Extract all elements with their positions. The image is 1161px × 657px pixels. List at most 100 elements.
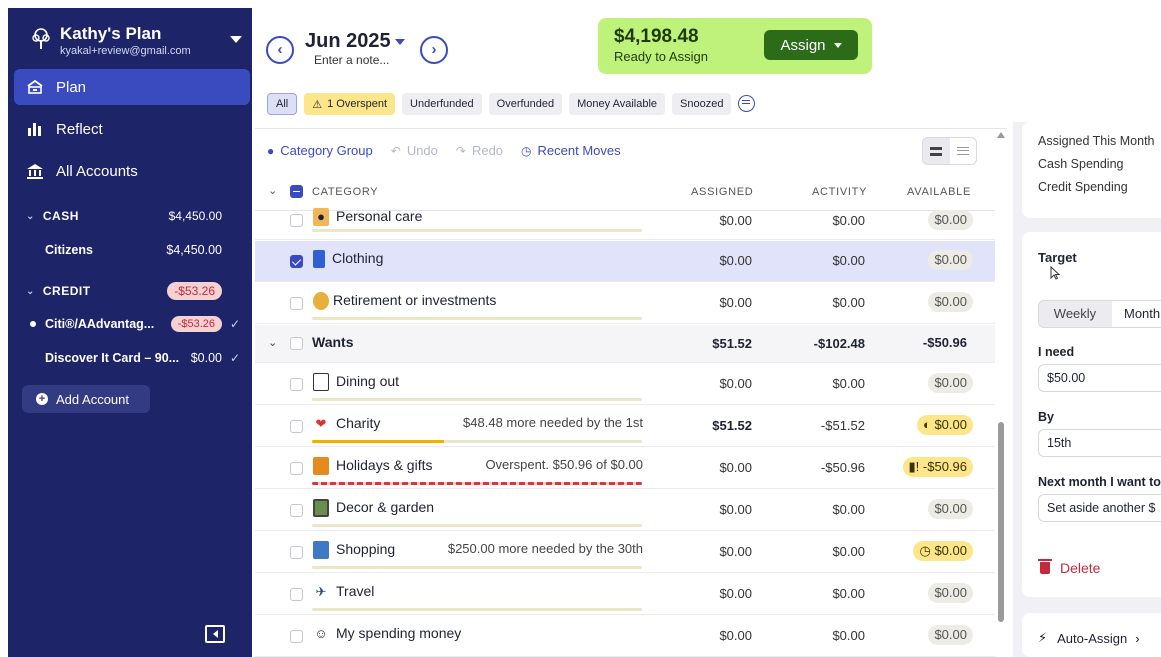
available-pill[interactable]: $0.00 [928, 250, 973, 270]
available-pill[interactable]: $0.00 [928, 583, 973, 603]
next-month-button[interactable]: › [420, 36, 448, 64]
filter-bar: All ⚠ 1 Overspent Underfunded Overfunded… [267, 93, 756, 115]
filter-overspent[interactable]: ⚠ 1 Overspent [304, 93, 396, 115]
category-row-decor[interactable]: Decor & garden $0.00 $0.00 $0.00 [255, 490, 995, 531]
trash-icon [1038, 559, 1052, 574]
row-checkbox[interactable] [290, 588, 303, 601]
people-icon: ☺ [314, 626, 328, 641]
available-pill[interactable]: $0.00 [928, 210, 973, 230]
available-pill[interactable]: $0.00 [928, 499, 973, 519]
category-row-charity[interactable]: ❤ Charity $48.48 more needed by the 1st … [255, 406, 995, 447]
row-checkbox[interactable] [290, 504, 303, 517]
account-citizens[interactable]: Citizens $4,450.00 [14, 239, 250, 261]
category-row-travel[interactable]: ✈ Travel $0.00 $0.00 $0.00 [255, 574, 995, 615]
assigned-value[interactable]: $0.00 [662, 295, 752, 310]
group-credit[interactable]: ⌄ CREDIT -$53.26 [14, 279, 250, 303]
category-row-spending-money[interactable]: ☺ My spending money $0.00 $0.00 $0.00 [255, 616, 995, 657]
account-amount: $0.00 [190, 351, 222, 365]
progress-bar [312, 608, 642, 611]
category-row-clothing[interactable]: Clothing $0.00 $0.00 $0.00 [255, 241, 995, 282]
account-discover[interactable]: Discover It Card – 90... $0.00 ✓ [14, 347, 250, 369]
row-checkbox[interactable] [290, 420, 303, 433]
chevron-down-icon[interactable]: ⌄ [268, 336, 277, 349]
filter-all[interactable]: All [267, 93, 298, 115]
compact-view-button[interactable] [923, 138, 950, 164]
category-row-holidays[interactable]: Holidays & gifts Overspent. $50.96 of $0… [255, 448, 995, 489]
group-cash[interactable]: ⌄ CASH $4,450.00 [14, 204, 250, 228]
assigned-value[interactable]: $0.00 [662, 376, 752, 391]
assigned-value[interactable]: $0.00 [662, 544, 752, 559]
available-pill[interactable]: $0.00 [928, 292, 973, 312]
filter-settings-icon[interactable] [738, 95, 756, 112]
redo-button[interactable]: ↷ Redo [456, 143, 503, 158]
row-checkbox[interactable] [290, 630, 303, 643]
assigned-value[interactable]: $0.00 [662, 213, 752, 228]
assigned-value[interactable]: $0.00 [662, 586, 752, 601]
undo-button[interactable]: ↶ Undo [391, 143, 438, 158]
category-row-dining-out[interactable]: Dining out $0.00 $0.00 $0.00 [255, 364, 995, 405]
available-pill[interactable]: ◷ $0.00 [913, 541, 973, 561]
available-pill[interactable]: $0.00 [928, 373, 973, 393]
account-citi[interactable]: Citi®/AAdvantag... -$53.26 ✓ [14, 313, 250, 335]
assigned-value[interactable]: $0.00 [662, 253, 752, 268]
ready-label: Ready to Assign [614, 49, 708, 64]
collapse-sidebar-icon[interactable] [205, 625, 225, 643]
by-date-select[interactable]: 15th [1038, 429, 1161, 457]
auto-assign-button[interactable]: ⚡︎ Auto-Assign › [1038, 630, 1140, 646]
chevron-down-icon[interactable]: ⌄ [268, 184, 278, 197]
category-name: Travel [336, 583, 375, 599]
assigned-value[interactable]: $0.00 [662, 502, 752, 517]
auto-assign-card[interactable]: ⚡︎ Auto-Assign › [1022, 613, 1161, 657]
row-checkbox[interactable] [290, 255, 303, 268]
row-checkbox[interactable] [290, 214, 303, 227]
plan-switcher[interactable]: Kathy's Plan kyakal+review@gmail.com [22, 20, 244, 68]
category-row-personal-care[interactable]: ● Personal care $0.00 $0.00 $0.00 [255, 202, 995, 240]
table-toolbar: ● Category Group ↶ Undo ↷ Redo ◷ Recent … [267, 143, 621, 158]
assign-button[interactable]: Assign [764, 30, 858, 60]
month-note[interactable]: Enter a note... [314, 53, 389, 67]
available-pill[interactable]: ▮! -$50.96 [902, 457, 973, 477]
row-checkbox[interactable] [290, 462, 303, 475]
category-row-retirement[interactable]: Retirement or investments $0.00 $0.00 $0… [255, 283, 995, 324]
activity-value: -$102.48 [813, 336, 865, 351]
filter-snoozed[interactable]: Snoozed [672, 93, 732, 115]
toolbar-label: Recent Moves [537, 143, 621, 158]
delete-target-button[interactable]: Delete [1038, 559, 1100, 576]
nav-all-accounts[interactable]: All Accounts [14, 153, 250, 189]
tab-weekly[interactable]: Weekly [1039, 301, 1111, 327]
category-name: Decor & garden [336, 499, 435, 515]
tab-monthly[interactable]: Monthly [1112, 301, 1161, 327]
add-account-button[interactable]: + Add Account [22, 385, 150, 413]
filter-money-available[interactable]: Money Available [569, 93, 666, 115]
chevron-down-icon[interactable] [395, 39, 405, 45]
assigned-value: $51.52 [712, 336, 752, 351]
table-scrollbar[interactable] [997, 132, 1005, 657]
available-pill[interactable]: ◐ $0.00 [916, 415, 973, 435]
scroll-up-icon[interactable] [997, 132, 1005, 138]
row-checkbox[interactable] [290, 378, 303, 391]
prev-month-button[interactable]: ‹ [266, 36, 294, 64]
category-group-wants[interactable]: ⌄ Wants $51.52 -$102.48 -$50.96 [255, 325, 995, 363]
assigned-value[interactable]: $0.00 [662, 460, 752, 475]
scrollbar-thumb[interactable] [998, 422, 1004, 622]
select-all-checkbox[interactable] [290, 185, 303, 198]
category-row-shopping[interactable]: Shopping $250.00 more needed by the 30th… [255, 532, 995, 573]
row-checkbox[interactable] [290, 297, 303, 310]
header-available: AVAILABLE [907, 186, 971, 198]
activity-value: -$51.52 [820, 418, 865, 433]
i-need-input[interactable]: $50.00 [1038, 364, 1161, 392]
available-pill[interactable]: $0.00 [928, 625, 973, 645]
month-title[interactable]: Jun 2025 [305, 30, 391, 53]
filter-overfunded[interactable]: Overfunded [488, 93, 563, 115]
assigned-value[interactable]: $51.52 [662, 418, 752, 433]
next-month-select[interactable]: Set aside another $ [1038, 494, 1161, 522]
expanded-view-button[interactable] [950, 138, 977, 164]
nav-reflect[interactable]: Reflect [14, 111, 250, 147]
add-category-group-button[interactable]: ● Category Group [267, 143, 373, 158]
group-checkbox[interactable] [290, 337, 303, 350]
row-checkbox[interactable] [290, 546, 303, 559]
assigned-value[interactable]: $0.00 [662, 628, 752, 643]
recent-moves-button[interactable]: ◷ Recent Moves [521, 143, 621, 158]
nav-plan[interactable]: Plan [14, 69, 250, 105]
filter-underfunded[interactable]: Underfunded [402, 93, 482, 115]
